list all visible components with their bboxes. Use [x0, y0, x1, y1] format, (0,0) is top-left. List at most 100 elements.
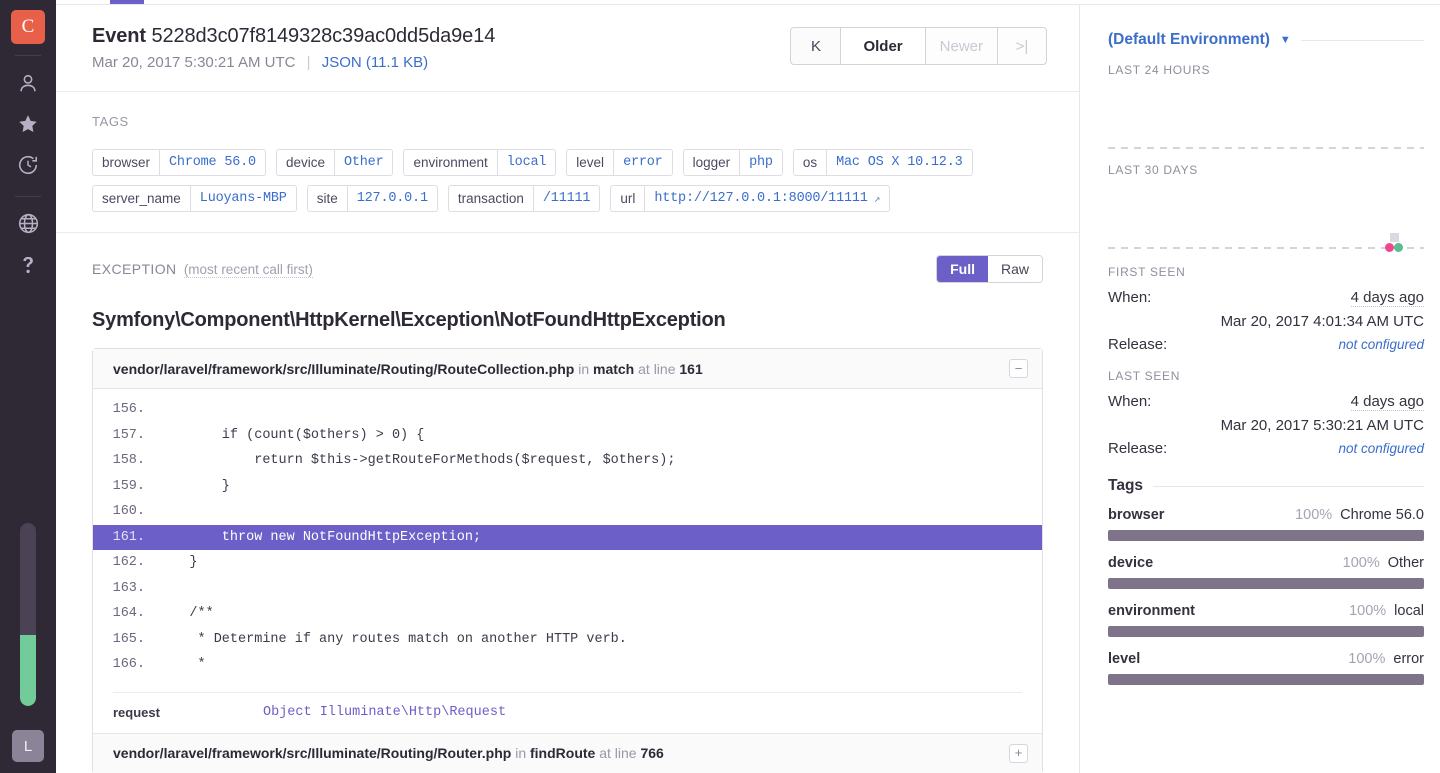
sidebar-item-history[interactable] — [0, 144, 56, 185]
newest-event-button: >| — [997, 27, 1047, 65]
variable-name: request — [113, 704, 160, 720]
sidebar-tag-value: error — [1393, 651, 1424, 667]
page-title: Event 5228d3c07f8149328c39ac0dd5da9e14 — [92, 23, 495, 50]
older-event-button[interactable]: Older — [840, 27, 925, 65]
event-json-link[interactable]: JSON (11.1 KB) — [322, 54, 428, 71]
code-line-number: 157. — [112, 427, 145, 443]
frame-variable-row: request Object Illuminate\Http\Request — [113, 691, 1022, 733]
frame-filename: vendor/laravel/framework/src/Illuminate/… — [113, 745, 512, 761]
tag-pill-site[interactable]: site 127.0.0.1 — [306, 185, 438, 212]
tag-value[interactable]: Luoyans-MBP — [189, 186, 296, 211]
chart-last-30-days[interactable] — [1108, 183, 1424, 252]
code-line-highlighted: 161. throw new NotFoundHttpException; — [93, 524, 1042, 550]
tag-pill-device[interactable]: device Other — [275, 149, 394, 176]
view-raw-button[interactable]: Raw — [987, 256, 1042, 282]
tag-pill-logger[interactable]: logger php — [682, 149, 783, 176]
sidebar-tag-bar — [1108, 674, 1424, 685]
tag-value[interactable]: error — [613, 150, 672, 175]
chart-last-24-hours[interactable] — [1108, 83, 1424, 149]
sidebar-tag-device[interactable]: device 100% Other — [1108, 555, 1424, 589]
code-line: 158. return $this->getRouteForMethods($r… — [93, 448, 1042, 474]
code-line: 164. /** — [93, 601, 1042, 627]
tag-key: transaction — [457, 191, 524, 206]
external-link-icon: ↗ — [873, 193, 881, 206]
last-seen-heading: LAST SEEN — [1108, 369, 1181, 383]
stack-frame-header[interactable]: vendor/laravel/framework/src/Illuminate/… — [93, 732, 1042, 773]
main-area: Event 5228d3c07f8149328c39ac0dd5da9e14 M… — [56, 0, 1440, 773]
sidebar-tag-name: level — [1108, 651, 1141, 667]
stack-frame-header[interactable]: vendor/laravel/framework/src/Illuminate/… — [93, 349, 1042, 389]
star-icon — [17, 113, 39, 135]
code-line-number: 163. — [112, 580, 145, 596]
sidebar-item-user[interactable] — [0, 62, 56, 103]
tag-key: site — [316, 191, 338, 206]
event-subtitle: Mar 20, 2017 5:30:21 AM UTC | JSON (11.1… — [92, 54, 495, 71]
exception-section: EXCEPTION (most recent call first) Full … — [56, 233, 1079, 773]
sidebar-tag-level[interactable]: level 100% error — [1108, 651, 1424, 685]
chart-24h-baseline — [1108, 147, 1424, 149]
frame-function: match — [593, 360, 635, 377]
tag-pill-server_name[interactable]: server_name Luoyans-MBP — [92, 185, 297, 212]
tag-pill-url[interactable]: url http://127.0.0.1:8000/11111 ↗ — [610, 185, 891, 212]
rail-divider-top — [15, 55, 41, 56]
tag-pill-environment[interactable]: environment local — [403, 149, 557, 176]
sidebar-tag-name: device — [1108, 555, 1154, 571]
code-line-text: * Determine if any routes match on anoth… — [157, 631, 627, 647]
environment-name: (Default Environment) — [1108, 31, 1270, 48]
code-line: 163. — [93, 576, 1042, 602]
tag-pill-transaction[interactable]: transaction/11111 — [447, 185, 601, 212]
environment-selector[interactable]: (Default Environment) ▼ — [1108, 5, 1424, 49]
tag-value[interactable]: http://127.0.0.1:8000/11111 ↗ — [644, 186, 889, 211]
frame-expand-toggle[interactable]: + — [1009, 743, 1028, 763]
tag-value[interactable]: /11111 — [532, 186, 599, 211]
user-avatar[interactable]: L — [12, 730, 44, 762]
exception-heading: EXCEPTION (most recent call first) — [92, 261, 313, 278]
sidebar-item-help[interactable] — [0, 244, 56, 285]
tag-key: server_name — [102, 191, 181, 206]
sidebar-tags-heading: Tags — [1108, 477, 1144, 494]
last-seen-release-row: Release: not configured — [1108, 440, 1424, 457]
tag-value[interactable]: Other — [333, 150, 393, 175]
chart-30d-baseline — [1108, 247, 1424, 249]
clock-history-icon — [17, 154, 39, 176]
tag-row: browser Chrome 56.0 device Other environment… — [92, 149, 1043, 176]
subtitle-divider: | — [306, 54, 311, 71]
code-line-number: 162. — [112, 555, 145, 570]
tags-heading: TAGS — [92, 114, 129, 129]
tag-value[interactable]: 127.0.0.1 — [346, 186, 437, 211]
first-seen-when-value[interactable]: 4 days ago — [1350, 289, 1424, 307]
first-seen-exact-row: Mar 20, 2017 4:01:34 AM UTC — [1108, 313, 1424, 330]
last-seen-when-label: When: — [1108, 393, 1152, 410]
org-logo[interactable]: C — [11, 10, 45, 44]
frame-expand-toggle[interactable]: − — [1009, 359, 1028, 378]
sidebar-tag-browser[interactable]: browser 100% Chrome 56.0 — [1108, 507, 1424, 541]
stack-frame-title: vendor/laravel/framework/src/Illuminate/… — [113, 361, 703, 377]
tag-value[interactable]: php — [739, 150, 782, 175]
tag-value[interactable]: Chrome 56.0 — [159, 150, 265, 175]
code-line-number: 156. — [112, 402, 145, 417]
sidebar-item-favorites[interactable] — [0, 103, 56, 144]
variable-value[interactable]: Object Illuminate\Http\Request — [263, 705, 506, 720]
last-seen-release-value[interactable]: not configured — [1338, 441, 1424, 456]
sidebar-item-global[interactable] — [0, 203, 56, 244]
first-seen-release-value[interactable]: not configured — [1338, 337, 1424, 352]
last-seen-when-value[interactable]: 4 days ago — [1350, 393, 1424, 411]
last-seen-when-row: When: 4 days ago — [1108, 393, 1424, 411]
sidebar-tag-environment[interactable]: environment 100% local — [1108, 603, 1424, 637]
code-line-text: if (count($others) > 0) { — [157, 427, 425, 443]
frame-line-number: 766 — [640, 745, 664, 761]
tag-pill-browser[interactable]: browser Chrome 56.0 — [92, 149, 266, 176]
tag-row: server_name Luoyans-MBP site 127.0.0.1 trans… — [92, 185, 1043, 212]
exception-heading-sub: (most recent call first) — [183, 262, 313, 278]
onboarding-progress-bar[interactable] — [20, 523, 36, 706]
event-sidebar: (Default Environment) ▼ LAST 24 HOURS LA… — [1080, 5, 1440, 773]
tag-value[interactable]: local — [496, 150, 556, 175]
tag-pill-os[interactable]: os Mac OS X 10.12.3 — [792, 149, 973, 176]
tag-value[interactable]: Mac OS X 10.12.3 — [826, 150, 971, 175]
oldest-event-button[interactable]: K — [790, 27, 841, 65]
tag-pill-level[interactable]: level error — [566, 149, 673, 176]
view-full-button[interactable]: Full — [937, 256, 988, 282]
code-line: 166. * — [93, 652, 1042, 678]
stack-frame-title: vendor/laravel/framework/src/Illuminate/… — [113, 745, 664, 761]
code-line-number: 160. — [112, 504, 145, 519]
